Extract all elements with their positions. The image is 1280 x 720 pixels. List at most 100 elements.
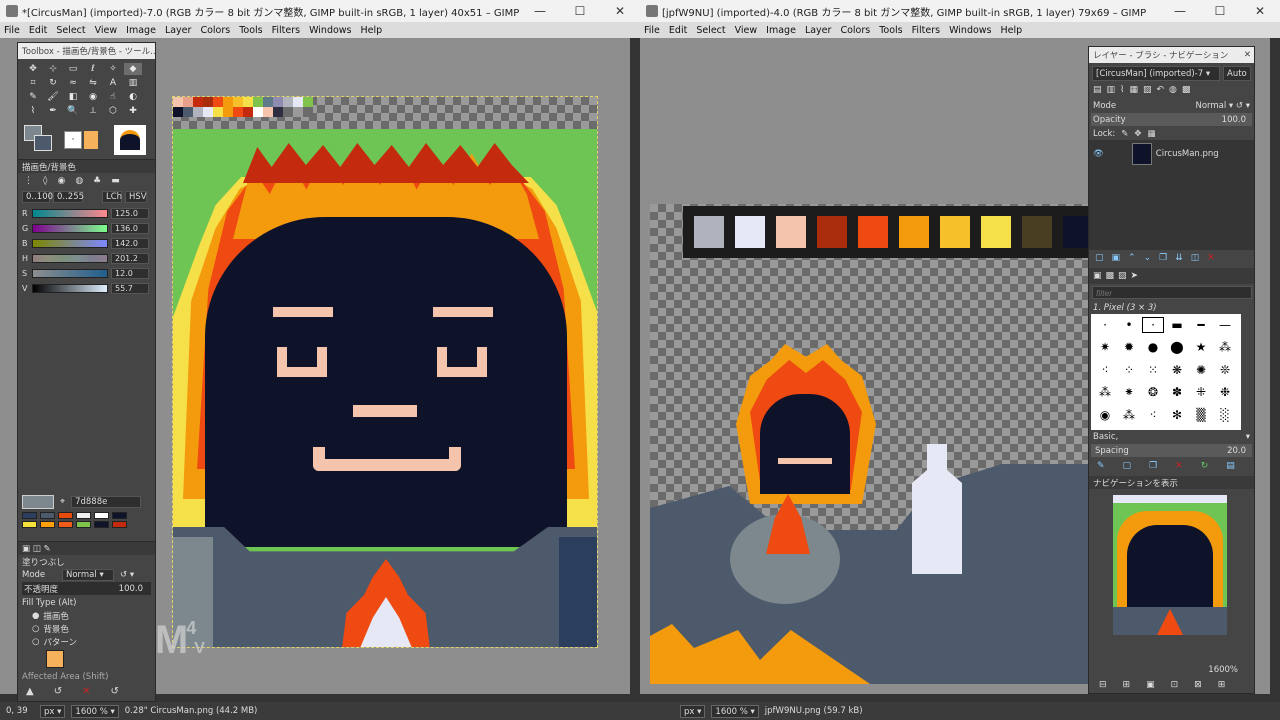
slider-v[interactable]: V 55.7: [22, 282, 151, 295]
minimize-button[interactable]: —: [520, 4, 560, 18]
toolbox-title[interactable]: Toolbox - 描画色/背景色 - ツール...✕: [18, 43, 155, 59]
history-swatch[interactable]: [94, 521, 109, 528]
brush-item[interactable]: ⁜: [1190, 384, 1212, 400]
menu-select[interactable]: Select: [696, 25, 725, 36]
brush-item[interactable]: ⁖: [1094, 362, 1116, 378]
image-thumbnail[interactable]: [114, 125, 146, 155]
history-swatch[interactable]: [94, 512, 109, 519]
brush-item[interactable]: —: [1214, 317, 1236, 333]
pencil-icon[interactable]: ✎: [24, 91, 42, 103]
undo-tab-icon[interactable]: ↶: [1156, 85, 1164, 97]
zoom-out-icon[interactable]: ⊟: [1099, 680, 1107, 690]
brush-item[interactable]: ⁘: [1118, 362, 1140, 378]
color-picker-small-icon[interactable]: ⌖: [60, 497, 65, 507]
slider-b[interactable]: B 142.0: [22, 237, 151, 250]
patterns-icon[interactable]: ▩: [1106, 271, 1115, 281]
mask-icon[interactable]: ◫: [1191, 253, 1200, 265]
brush-item[interactable]: ⁖: [1142, 407, 1164, 423]
eraser-icon[interactable]: ◧: [64, 91, 82, 103]
scale-icon[interactable]: ⋮: [24, 176, 33, 186]
menu-filters[interactable]: Filters: [912, 25, 940, 36]
maximize-button[interactable]: ☐: [1200, 4, 1240, 18]
new-group-icon[interactable]: ▣: [1112, 253, 1121, 265]
measure-icon[interactable]: ⟂: [84, 105, 102, 117]
brushes-icon[interactable]: ▣: [1093, 271, 1102, 281]
save-options-icon[interactable]: ▲: [26, 686, 34, 697]
circus-man-image[interactable]: [172, 96, 598, 648]
move-tool-icon[interactable]: ✥: [24, 63, 42, 75]
align-tool-icon[interactable]: ⊹: [44, 63, 62, 75]
menu-windows[interactable]: Windows: [309, 25, 351, 36]
fill-option-fg[interactable]: ● 描画色: [18, 609, 155, 622]
history-swatch[interactable]: [76, 512, 91, 519]
opacity-value[interactable]: 100.0: [119, 584, 143, 594]
zoom-tool-icon[interactable]: 🔍: [64, 105, 82, 117]
water-icon[interactable]: ◉: [57, 176, 65, 186]
menu-tools[interactable]: Tools: [239, 25, 262, 36]
flip-icon[interactable]: ⇋: [84, 77, 102, 89]
slider-h-value[interactable]: 201.2: [111, 253, 149, 264]
channels-tab-icon[interactable]: ▥: [1107, 85, 1116, 97]
zoom-in-icon[interactable]: ⊞: [1123, 680, 1131, 690]
lock-alpha-icon[interactable]: ▦: [1148, 129, 1156, 139]
pattern-preview[interactable]: [84, 131, 98, 149]
layer-mode-select[interactable]: Normal ▾ ↺ ▾: [1195, 101, 1250, 111]
brush-set-row[interactable]: Basic, ▾: [1089, 430, 1254, 443]
brush-item[interactable]: ❊: [1214, 362, 1236, 378]
menu-view[interactable]: View: [95, 25, 118, 36]
hsv-button[interactable]: HSV: [125, 191, 147, 203]
rotate-icon[interactable]: ↻: [44, 77, 62, 89]
maximize-button[interactable]: ☐: [560, 4, 600, 18]
wheel-icon[interactable]: ◍: [75, 176, 83, 186]
brush-item[interactable]: ⁂: [1214, 339, 1236, 355]
history-swatch[interactable]: [76, 521, 91, 528]
paths-tab-icon[interactable]: ⌇: [1120, 85, 1124, 97]
auto-button[interactable]: Auto: [1223, 65, 1251, 81]
history-swatch[interactable]: [112, 512, 127, 519]
brush-item[interactable]: ✷: [1094, 339, 1116, 355]
history-swatch[interactable]: [40, 521, 55, 528]
raise-layer-icon[interactable]: ⌃: [1128, 253, 1136, 265]
brush-item[interactable]: ✺: [1190, 362, 1212, 378]
brush-item[interactable]: ●: [1142, 339, 1164, 355]
brush-item[interactable]: ·: [1094, 317, 1116, 333]
menu-edit[interactable]: Edit: [669, 25, 687, 36]
slider-s-value[interactable]: 12.0: [111, 268, 149, 279]
minimize-button[interactable]: —: [1160, 4, 1200, 18]
brush-item[interactable]: ⁂: [1094, 384, 1116, 400]
unit-select[interactable]: px ▾: [680, 704, 706, 718]
text-tool-icon[interactable]: A: [104, 77, 122, 89]
slider-h[interactable]: H 201.2: [22, 252, 151, 265]
layer-name[interactable]: CircusMan.png: [1156, 149, 1219, 159]
color-picker-icon[interactable]: ✒: [44, 105, 62, 117]
right-vertical-scrollbar[interactable]: [1270, 38, 1280, 702]
new-brush-icon[interactable]: ▢: [1123, 461, 1132, 473]
character-sprite[interactable]: [650, 344, 1090, 684]
brush-item[interactable]: ❋: [1166, 362, 1188, 378]
edit-brush-icon[interactable]: ✎: [1097, 461, 1105, 473]
lower-layer-icon[interactable]: ⌄: [1144, 253, 1152, 265]
lch-button[interactable]: LCh: [102, 191, 122, 203]
history-swatch[interactable]: [58, 521, 73, 528]
brush-item[interactable]: ★: [1190, 339, 1212, 355]
menu-tools[interactable]: Tools: [879, 25, 902, 36]
menu-select[interactable]: Select: [56, 25, 85, 36]
brush-item[interactable]: ⁕: [1118, 384, 1140, 400]
dock-title[interactable]: レイヤー - ブラシ - ナビゲーション ✕: [1089, 47, 1254, 63]
fill-option-bg[interactable]: ○ 背景色: [18, 622, 155, 635]
menu-image[interactable]: Image: [126, 25, 156, 36]
left-vertical-scrollbar[interactable]: [630, 38, 640, 702]
right-titlebar[interactable]: [jpfW9NU] (imported)-4.0 (RGB カラー 8 bit …: [640, 0, 1280, 22]
menu-colors[interactable]: Colors: [840, 25, 870, 36]
lasso-icon[interactable]: ℓ: [84, 63, 102, 75]
slider-b-value[interactable]: 142.0: [111, 238, 149, 249]
paintbrush-icon[interactable]: 🖌: [44, 91, 62, 103]
right-horizontal-scrollbar[interactable]: [640, 694, 1280, 702]
history-swatch[interactable]: [22, 512, 37, 519]
menu-layer[interactable]: Layer: [165, 25, 192, 36]
lock-pixels-icon[interactable]: ✎: [1121, 129, 1128, 139]
merge-layer-icon[interactable]: ⇊: [1175, 253, 1183, 265]
cmyk-icon[interactable]: ◊: [43, 176, 47, 186]
brush-item[interactable]: ❂: [1142, 384, 1164, 400]
delete-brush-icon[interactable]: ✕: [1175, 461, 1183, 473]
